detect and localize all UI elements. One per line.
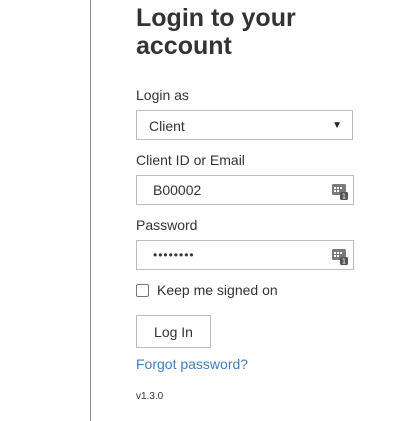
login-form: Login to your account Login as Client ▼ …	[136, 0, 356, 402]
password-input[interactable]	[147, 245, 323, 265]
password-field-wrapper: 1	[136, 240, 354, 270]
login-page: Login to your account Login as Client ▼ …	[0, 0, 400, 421]
login-as-selected-value: Client	[149, 118, 185, 134]
forgot-password-link[interactable]: Forgot password?	[136, 356, 248, 372]
keep-signed-in-checkbox[interactable]	[136, 284, 149, 297]
password-manager-icon[interactable]: 1	[332, 182, 348, 201]
password-label: Password	[136, 217, 198, 233]
password-manager-icon[interactable]: 1	[332, 247, 348, 266]
page-title: Login to your account	[136, 4, 296, 60]
login-as-select[interactable]: Client ▼	[136, 110, 353, 140]
version-label: v1.3.0	[136, 391, 164, 402]
client-id-label: Client ID or Email	[136, 152, 245, 168]
svg-text:1: 1	[342, 258, 346, 266]
keep-signed-in-label[interactable]: Keep me signed on	[157, 282, 278, 298]
login-button[interactable]: Log In	[136, 315, 211, 348]
vertical-divider	[90, 0, 91, 421]
caret-down-icon: ▼	[332, 120, 342, 131]
client-id-field-wrapper: 1	[136, 175, 354, 205]
svg-text:1: 1	[342, 193, 346, 201]
login-as-label: Login as	[136, 87, 189, 103]
client-id-input[interactable]	[147, 180, 323, 200]
